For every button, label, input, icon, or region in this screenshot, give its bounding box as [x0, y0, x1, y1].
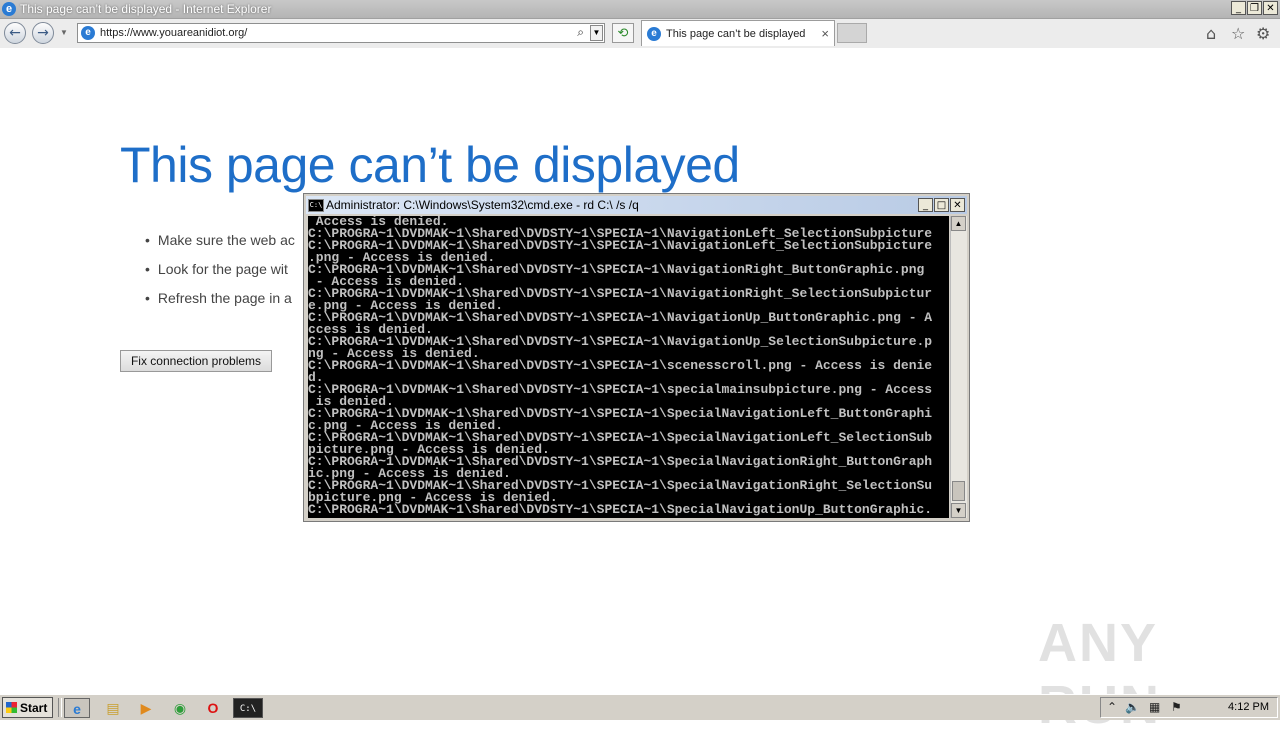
start-label: Start — [20, 701, 48, 715]
cmd-close-button[interactable]: ✕ — [950, 198, 965, 212]
start-button[interactable]: Start — [2, 697, 53, 718]
cmd-window-controls: _ □ ✕ — [918, 198, 965, 212]
back-button[interactable]: ← — [4, 22, 26, 44]
ie-logo-icon: e — [2, 2, 16, 16]
cmd-minimize-button[interactable]: _ — [918, 198, 933, 212]
cmd-window[interactable]: C:\ Administrator: C:\Windows\System32\c… — [303, 193, 970, 522]
page-icon: e — [81, 26, 95, 40]
cmd-scrollbar[interactable]: ▲ ▼ — [950, 216, 967, 518]
new-tab-button[interactable] — [837, 23, 867, 43]
forward-button[interactable]: → — [32, 22, 54, 44]
cmd-console-output[interactable]: Access is denied. C:\PROGRA~1\DVDMAK~1\Sh… — [308, 216, 949, 518]
tools-icon[interactable]: ⚙ — [1256, 24, 1270, 43]
tab-label: This page can’t be displayed — [666, 28, 806, 40]
close-button[interactable]: ✕ — [1263, 1, 1278, 15]
refresh-button[interactable]: ⟲ — [612, 23, 634, 43]
scroll-down-button[interactable]: ▼ — [951, 503, 966, 518]
address-bar[interactable]: e https://www.youareanidiot.org/ ⌕ ▼ — [77, 23, 605, 43]
media-player-icon[interactable]: ▶ — [133, 698, 159, 718]
window-title: This page can’t be displayed - Internet … — [20, 2, 272, 16]
cmd-window-title: Administrator: C:\Windows\System32\cmd.e… — [326, 198, 639, 212]
clock[interactable]: 4:12 PM — [1228, 701, 1269, 713]
scroll-thumb[interactable] — [952, 481, 965, 501]
action-center-flag-icon[interactable]: ⚑ — [1171, 700, 1182, 714]
system-tray: ⌃ 🔈 ▦ ⚑ 4:12 PM — [1100, 697, 1278, 718]
cmd-titlebar[interactable]: C:\ Administrator: C:\Windows\System32\c… — [306, 196, 967, 214]
tab-current[interactable]: e This page can’t be displayed × — [641, 20, 835, 46]
error-suggestion: Make sure the web ac — [145, 232, 295, 261]
address-dropdown-icon[interactable]: ▼ — [590, 25, 603, 41]
tab-favicon-icon: e — [647, 27, 661, 41]
cmd-taskbar-icon[interactable]: C:\ — [233, 698, 263, 718]
console-line: C:\PROGRA~1\DVDMAK~1\Shared\DVDSTY~1\SPE… — [308, 358, 933, 373]
window-controls: _ ❐ ✕ — [1231, 1, 1278, 15]
internet-explorer-icon[interactable]: e — [64, 698, 90, 718]
ie-navbar: ← → ▼ e https://www.youareanidiot.org/ ⌕… — [0, 19, 1280, 48]
network-icon[interactable]: ▦ — [1149, 700, 1160, 714]
fix-connection-button[interactable]: Fix connection problems — [120, 350, 272, 372]
show-hidden-icons-icon[interactable]: ⌃ — [1107, 700, 1117, 714]
console-line: C:\PROGRA~1\DVDMAK~1\Shared\DVDSTY~1\SPE… — [308, 502, 933, 517]
opera-icon[interactable]: O — [200, 698, 226, 718]
minimize-button[interactable]: _ — [1231, 1, 1246, 15]
chrome-icon[interactable]: ◉ — [167, 698, 193, 718]
tab-close-icon[interactable]: × — [821, 26, 829, 41]
windows-logo-icon — [6, 702, 17, 713]
history-dropdown-icon[interactable]: ▼ — [60, 28, 68, 37]
favorites-icon[interactable]: ☆ — [1231, 24, 1245, 43]
taskbar: Start e ▤ ▶ ◉ O C:\ ⌃ 🔈 ▦ ⚑ 4:12 PM — [0, 694, 1280, 720]
search-icon[interactable]: ⌕ — [577, 25, 584, 40]
home-icon[interactable]: ⌂ — [1206, 24, 1216, 43]
scroll-up-button[interactable]: ▲ — [951, 216, 966, 231]
url-text[interactable]: https://www.youareanidiot.org/ — [100, 27, 247, 39]
error-page-title: This page can’t be displayed — [120, 137, 740, 193]
error-suggestion: Refresh the page in a — [145, 290, 295, 319]
file-explorer-icon[interactable]: ▤ — [100, 698, 126, 718]
restore-button[interactable]: ❐ — [1247, 1, 1262, 15]
console-line: C:\PROGRA~1\DVDMAK~1\Shared\DVDSTY~1\SPE… — [308, 382, 933, 397]
cmd-maximize-button[interactable]: □ — [934, 198, 949, 212]
volume-icon[interactable]: 🔈 — [1125, 700, 1140, 714]
taskbar-separator — [58, 698, 62, 717]
error-suggestion: Look for the page wit — [145, 261, 295, 290]
error-suggestion-list: Make sure the web ac Look for the page w… — [145, 232, 295, 319]
cmd-window-icon: C:\ — [308, 199, 324, 212]
ie-titlebar: e This page can’t be displayed - Interne… — [0, 0, 1280, 19]
